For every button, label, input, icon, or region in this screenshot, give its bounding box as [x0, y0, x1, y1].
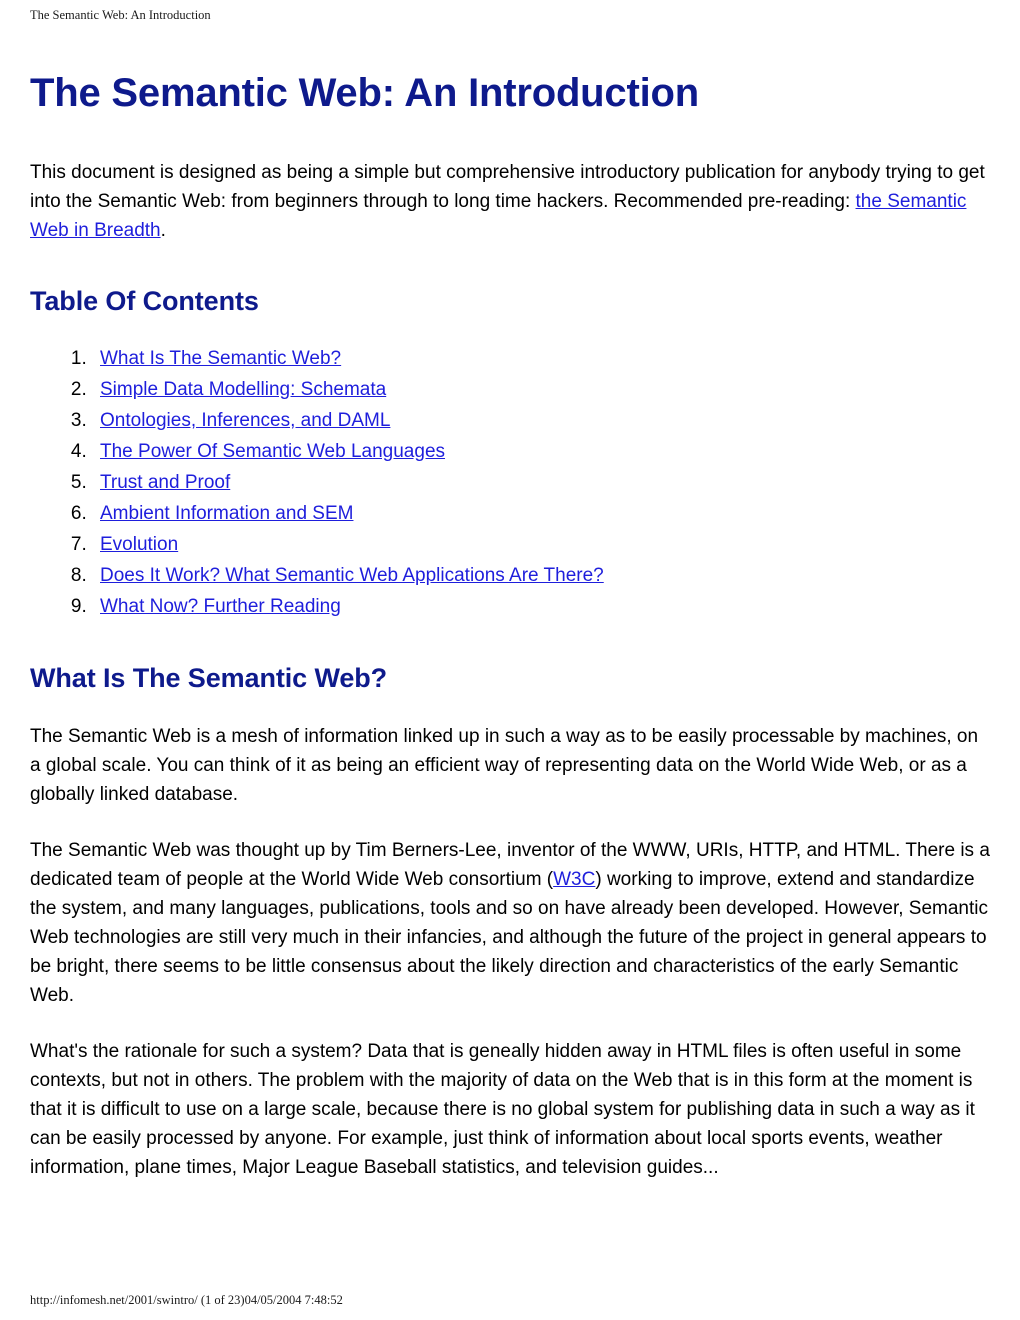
- toc-link-3[interactable]: Ontologies, Inferences, and DAML: [100, 410, 390, 431]
- document-page: The Semantic Web: An Introduction The Se…: [0, 0, 1020, 1320]
- list-item: Simple Data Modelling: Schemata: [92, 374, 990, 405]
- section-paragraph-3: What's the rationale for such a system? …: [30, 1041, 975, 1178]
- section-paragraph-1: The Semantic Web is a mesh of informatio…: [30, 726, 979, 805]
- running-footer: http://infomesh.net/2001/swintro/ (1 of …: [30, 1293, 343, 1307]
- list-item: Trust and Proof: [92, 467, 990, 498]
- toc-link-7[interactable]: Evolution: [100, 534, 178, 555]
- toc-link-9[interactable]: What Now? Further Reading: [100, 596, 341, 617]
- section-heading-what-is-the-semantic-web: What Is The Semantic Web?: [30, 663, 388, 693]
- intro-text-after-link: .: [160, 220, 166, 241]
- toc-link-5[interactable]: Trust and Proof: [100, 472, 230, 493]
- toc-link-8[interactable]: Does It Work? What Semantic Web Applicat…: [100, 565, 604, 586]
- intro-text-before-link: This document is designed as being a sim…: [30, 162, 985, 212]
- list-item: What Now? Further Reading: [92, 591, 990, 622]
- list-item: Ambient Information and SEM: [92, 498, 990, 529]
- page-title: The Semantic Web: An Introduction: [30, 71, 699, 115]
- toc-link-2[interactable]: Simple Data Modelling: Schemata: [100, 379, 386, 400]
- toc-link-6[interactable]: Ambient Information and SEM: [100, 503, 353, 524]
- toc-link-1[interactable]: What Is The Semantic Web?: [100, 348, 341, 369]
- link-w3c[interactable]: W3C: [553, 869, 595, 890]
- document-content: The Semantic Web: An Introduction This d…: [30, 70, 990, 1182]
- running-header: The Semantic Web: An Introduction: [30, 8, 211, 22]
- section-paragraph-2: The Semantic Web was thought up by Tim B…: [30, 836, 990, 1010]
- table-of-contents-list: What Is The Semantic Web? Simple Data Mo…: [30, 343, 990, 622]
- list-item: The Power Of Semantic Web Languages: [92, 436, 990, 467]
- list-item: Does It Work? What Semantic Web Applicat…: [92, 560, 990, 591]
- intro-paragraph: This document is designed as being a sim…: [30, 158, 990, 245]
- list-item: Ontologies, Inferences, and DAML: [92, 405, 990, 436]
- toc-heading: Table Of Contents: [30, 286, 259, 316]
- toc-link-4[interactable]: The Power Of Semantic Web Languages: [100, 441, 445, 462]
- list-item: Evolution: [92, 529, 990, 560]
- list-item: What Is The Semantic Web?: [92, 343, 990, 374]
